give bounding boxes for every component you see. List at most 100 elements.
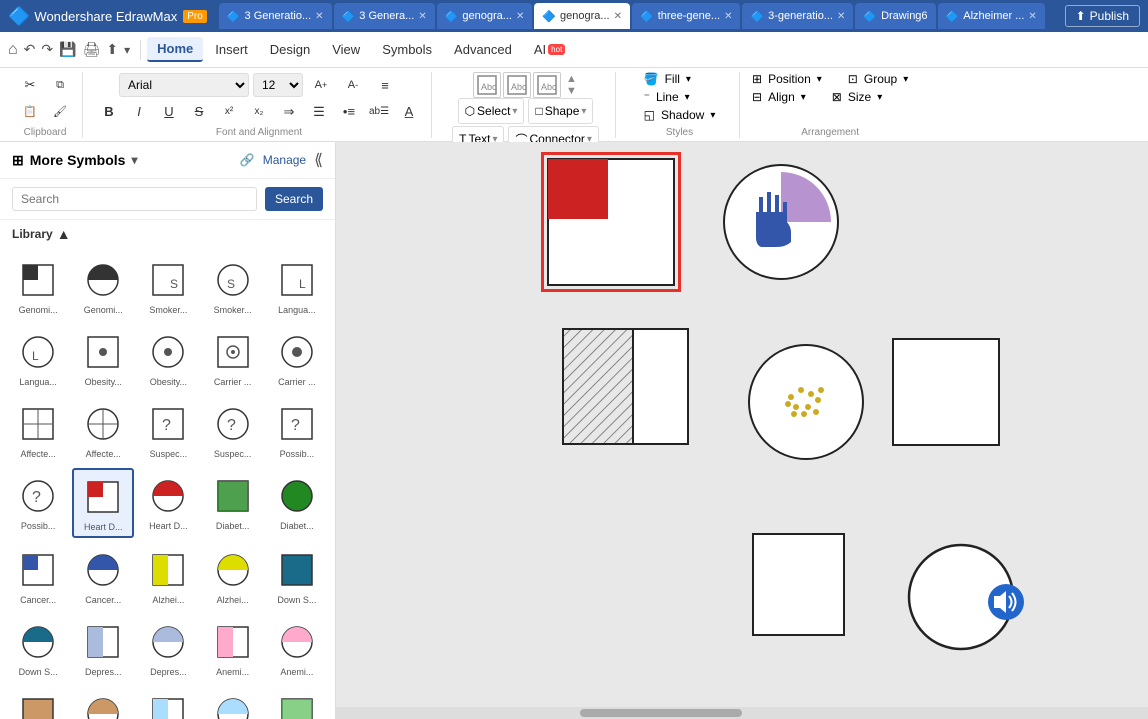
undo-icon[interactable]: ↶ xyxy=(24,41,36,58)
search-button[interactable]: Search xyxy=(265,187,323,211)
menu-ai[interactable]: AI hot xyxy=(524,38,575,61)
canvas-shape-3[interactable] xyxy=(561,327,691,447)
list-item[interactable]: Anemi... xyxy=(267,614,327,682)
tab-4[interactable]: 🔷 genogra... ✕ xyxy=(534,3,630,29)
format-painter-button[interactable]: 🖌 xyxy=(46,99,74,125)
canvas-shape-1[interactable] xyxy=(541,152,681,292)
tab-close-4[interactable]: ✕ xyxy=(614,11,622,22)
h-scrollbar-thumb[interactable] xyxy=(580,709,742,717)
tab-close-5[interactable]: ✕ xyxy=(724,11,732,22)
decrease-font-button[interactable]: A- xyxy=(339,72,367,98)
list-item[interactable]: Affecte... xyxy=(72,396,134,464)
tab-close-1[interactable]: ✕ xyxy=(315,11,323,22)
bullet-button[interactable]: •≡ xyxy=(335,99,363,125)
list-item[interactable]: Cancer... xyxy=(72,542,134,610)
list-item[interactable]: Asthm... xyxy=(72,686,134,719)
text-align-button[interactable]: ≡ xyxy=(371,72,399,98)
list-item[interactable]: S Smoker... xyxy=(138,252,198,320)
list-item[interactable]: Diabet... xyxy=(203,468,263,538)
menu-insert[interactable]: Insert xyxy=(205,38,258,61)
indent-button[interactable]: ⇒ xyxy=(275,99,303,125)
list-item[interactable]: Depres... xyxy=(72,614,134,682)
strikethrough-button[interactable]: S xyxy=(185,99,213,125)
export-icon[interactable]: ⬆ xyxy=(106,41,118,58)
list-item[interactable]: L Langua... xyxy=(267,252,327,320)
list-item[interactable]: Affecte... xyxy=(8,396,68,464)
canvas-shape-4[interactable] xyxy=(746,342,866,462)
tab-6[interactable]: 🔷 3-generatio... ✕ xyxy=(742,3,853,29)
list-item[interactable]: ? Possib... xyxy=(8,468,68,538)
search-input[interactable] xyxy=(12,187,257,211)
list-item[interactable]: Alzhei... xyxy=(138,542,198,610)
list-item[interactable]: Genomi... xyxy=(72,252,134,320)
more-icon[interactable]: ▾ xyxy=(124,43,130,57)
canvas[interactable] xyxy=(336,142,1148,719)
superscript-button[interactable]: x² xyxy=(215,99,243,125)
list-button[interactable]: ☰ xyxy=(305,99,333,125)
shape-dropdown[interactable]: □ Shape ▾ xyxy=(528,98,593,124)
list-item[interactable]: ? Suspec... xyxy=(138,396,198,464)
paste-button[interactable]: 📋 xyxy=(16,99,44,125)
list-item[interactable]: Asthm... xyxy=(8,686,68,719)
list-item[interactable]: Alzhei... xyxy=(203,542,263,610)
home-icon[interactable]: ⌂ xyxy=(8,41,18,59)
publish-button[interactable]: ⬆ Publish xyxy=(1065,5,1140,27)
subscript-button[interactable]: x₂ xyxy=(245,99,273,125)
more-format-button[interactable]: ab☰ xyxy=(365,99,393,125)
tab-close-6[interactable]: ✕ xyxy=(837,11,845,22)
tab-1[interactable]: 🔷 3 Generatio... ✕ xyxy=(219,3,332,29)
italic-button[interactable]: I xyxy=(125,99,153,125)
tab-2[interactable]: 🔷 3 Genera... ✕ xyxy=(334,3,435,29)
canvas-shape-5[interactable] xyxy=(891,337,1001,447)
save-icon[interactable]: 💾 xyxy=(59,41,76,58)
list-item[interactable]: S Smoker... xyxy=(203,252,263,320)
underline-button[interactable]: U xyxy=(155,99,183,125)
list-item[interactable]: Anemi... xyxy=(203,614,263,682)
font-color-button[interactable]: A xyxy=(395,99,423,125)
font-family-select[interactable]: Arial xyxy=(119,73,249,97)
position-dropdown-arrow[interactable]: ▾ xyxy=(817,74,822,85)
list-item[interactable]: Carrier ... xyxy=(203,324,263,392)
menu-advanced[interactable]: Advanced xyxy=(444,38,522,61)
align-dropdown-arrow[interactable]: ▾ xyxy=(801,92,806,103)
list-item[interactable]: Diabet... xyxy=(267,468,327,538)
increase-font-button[interactable]: A+ xyxy=(307,72,335,98)
redo-icon[interactable]: ↷ xyxy=(41,41,53,58)
list-item[interactable]: Heart D... xyxy=(138,468,198,538)
list-item[interactable]: Genomi... xyxy=(8,252,68,320)
list-item[interactable]: ? Possib... xyxy=(267,396,327,464)
list-item[interactable]: Obesity... xyxy=(138,324,198,392)
group-dropdown-arrow[interactable]: ▾ xyxy=(903,74,908,85)
tab-close-2[interactable]: ✕ xyxy=(418,11,426,22)
tab-8[interactable]: 🔷 Alzheimer ... ✕ xyxy=(938,3,1045,29)
select-dropdown[interactable]: ⬡ Select ▾ xyxy=(458,98,525,124)
font-size-select[interactable]: 12 xyxy=(253,73,303,97)
list-item[interactable]: Albinis... xyxy=(138,686,198,719)
cut-button[interactable]: ✂ xyxy=(16,72,44,98)
canvas-shape-6[interactable] xyxy=(751,532,846,637)
manage-link[interactable]: Manage xyxy=(263,153,306,167)
tab-close-8[interactable]: ✕ xyxy=(1028,11,1036,22)
tab-close-3[interactable]: ✕ xyxy=(516,11,524,22)
list-item[interactable]: Depres... xyxy=(138,614,198,682)
size-dropdown-arrow[interactable]: ▾ xyxy=(877,92,882,103)
expand-shapes-button[interactable]: ▲▼ xyxy=(565,72,579,98)
menu-design[interactable]: Design xyxy=(260,38,320,61)
list-item[interactable]: Carrier ... xyxy=(267,324,327,392)
bold-button[interactable]: B xyxy=(95,99,123,125)
list-item[interactable]: Down S... xyxy=(267,542,327,610)
h-scrollbar[interactable] xyxy=(336,707,1148,719)
list-item[interactable]: Obesity... xyxy=(72,324,134,392)
canvas-shape-2[interactable] xyxy=(721,162,841,282)
menu-home[interactable]: Home xyxy=(147,37,203,62)
canvas-shape-8[interactable] xyxy=(986,582,1026,622)
menu-symbols[interactable]: Symbols xyxy=(372,38,442,61)
list-item[interactable]: Down S... xyxy=(8,614,68,682)
list-item[interactable]: L Langua... xyxy=(8,324,68,392)
list-item[interactable]: Autism... xyxy=(267,686,327,719)
sidebar-title-arrow[interactable]: ▾ xyxy=(131,153,137,167)
tab-3[interactable]: 🔷 genogra... ✕ xyxy=(437,3,533,29)
list-item[interactable]: Heart D... xyxy=(72,468,134,538)
shadow-dropdown-arrow[interactable]: ▾ xyxy=(710,110,715,121)
tab-7[interactable]: 🔷 Drawing6 xyxy=(855,3,935,29)
